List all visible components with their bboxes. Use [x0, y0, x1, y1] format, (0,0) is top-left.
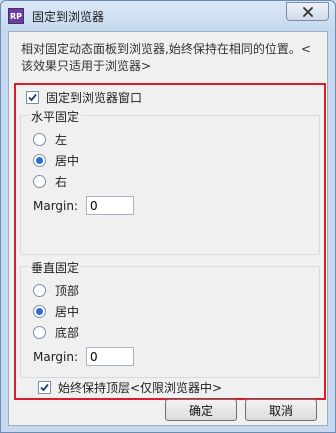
- cancel-button[interactable]: 取消: [245, 399, 317, 421]
- highlight-frame: 固定到浏览器窗口 水平固定 左 居中 右 Margin: 0 垂直固定 顶部 居…: [14, 83, 326, 400]
- radio-row-right[interactable]: 右: [33, 173, 67, 190]
- vertical-margin-input[interactable]: [86, 347, 135, 366]
- radio-top[interactable]: [33, 284, 46, 297]
- vertical-group-title: 垂直固定: [29, 259, 82, 276]
- radio-v-center-label: 居中: [55, 305, 80, 319]
- ok-button[interactable]: 确定: [165, 399, 237, 421]
- radio-right-label: 右: [55, 175, 68, 189]
- vertical-pin-group: 垂直固定 顶部 居中 底部 Margin:: [20, 259, 320, 378]
- horizontal-pin-group: 水平固定 左 居中 右 Margin:: [20, 108, 320, 255]
- axure-app-icon: RP: [8, 8, 24, 24]
- pin-to-browser-checkbox-row[interactable]: 固定到浏览器窗口: [26, 89, 142, 106]
- horizontal-group-title: 水平固定: [29, 108, 82, 125]
- horizontal-margin-label: Margin:: [33, 198, 79, 213]
- pin-to-browser-checkbox[interactable]: [26, 91, 39, 104]
- always-on-top-checkbox[interactable]: [38, 381, 51, 394]
- vertical-margin-label: Margin:: [33, 349, 79, 364]
- window-title: 固定到浏览器: [32, 10, 105, 24]
- radio-left[interactable]: [33, 133, 46, 146]
- pin-to-browser-label: 固定到浏览器窗口: [46, 91, 143, 105]
- checkmark-icon: [40, 383, 49, 392]
- radio-right[interactable]: [33, 175, 46, 188]
- title-bar[interactable]: RP 固定到浏览器: [1, 1, 335, 31]
- radio-h-center-label: 居中: [55, 154, 80, 168]
- close-icon: [302, 6, 313, 17]
- radio-row-bottom[interactable]: 底部: [33, 324, 79, 341]
- horizontal-margin-row: Margin:: [33, 196, 135, 215]
- dialog-window: RP 固定到浏览器 相对固定动态面板到浏览器,始终保持在相同的位置。< 该效果只…: [0, 0, 336, 433]
- radio-v-center[interactable]: [33, 305, 46, 318]
- radio-row-left[interactable]: 左: [33, 131, 67, 148]
- horizontal-margin-input[interactable]: [86, 196, 135, 215]
- always-on-top-checkbox-row[interactable]: 始终保持顶层<仅限浏览器中>: [38, 379, 222, 396]
- always-on-top-label: 始终保持顶层<仅限浏览器中>: [58, 381, 223, 395]
- radio-left-label: 左: [55, 133, 68, 147]
- radio-row-v-center[interactable]: 居中: [33, 303, 79, 320]
- description-line-1: 相对固定动态面板到浏览器,始终保持在相同的位置。<: [21, 42, 311, 56]
- description-line-2: 该效果只适用于浏览器>: [21, 59, 152, 73]
- radio-bottom-label: 底部: [55, 326, 80, 340]
- close-button[interactable]: [286, 2, 329, 21]
- radio-h-center[interactable]: [33, 154, 46, 167]
- dialog-content: 相对固定动态面板到浏览器,始终保持在相同的位置。< 该效果只适用于浏览器> 固定…: [8, 31, 328, 426]
- checkmark-icon: [28, 93, 37, 102]
- radio-top-label: 顶部: [55, 284, 80, 298]
- vertical-margin-row: Margin:: [33, 347, 135, 366]
- radio-bottom[interactable]: [33, 326, 46, 339]
- description-text: 相对固定动态面板到浏览器,始终保持在相同的位置。< 该效果只适用于浏览器>: [21, 41, 321, 75]
- radio-row-top[interactable]: 顶部: [33, 282, 79, 299]
- radio-row-h-center[interactable]: 居中: [33, 152, 79, 169]
